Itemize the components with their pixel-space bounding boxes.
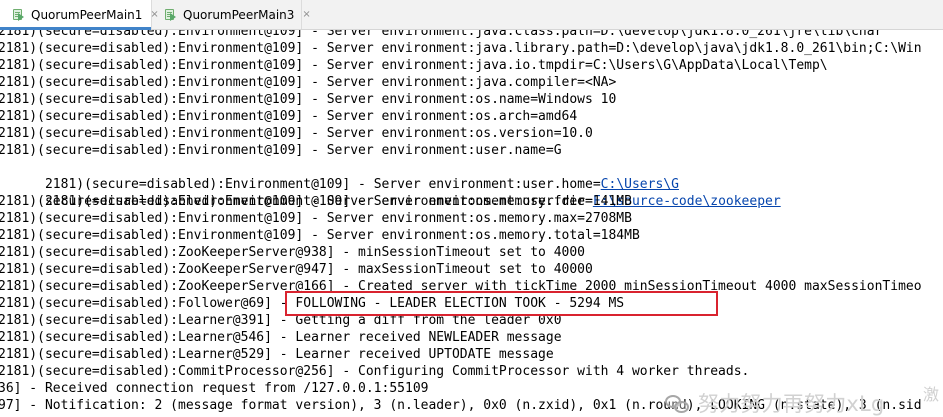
- console-line: 2181)(secure=disabled):Learner@529] - Le…: [0, 347, 554, 362]
- console-line: 2181)(secure=disabled):Environment@109] …: [0, 194, 632, 209]
- console-output[interactable]: 2181)(secure=disabled):Environment@109] …: [0, 30, 943, 417]
- console-line: 2181)(secure=disabled):Environment@109] …: [0, 75, 617, 90]
- console-line: 36] - Received connection request from /…: [0, 381, 429, 396]
- console-line: 2181)(secure=disabled):Environment@109] …: [0, 211, 632, 226]
- watermark-corner-text: 激: [922, 385, 939, 404]
- run-config-play-shape: [170, 12, 176, 21]
- console-line: 2181)(secure=disabled):Environment@109] …: [0, 41, 922, 56]
- run-tabs-bar: QuorumPeerMain1 × QuorumPeerMain3 ×: [0, 0, 943, 30]
- console-line: 97] - Notification: 2 (message format ve…: [0, 398, 922, 413]
- tab-label: QuorumPeerMain3: [183, 7, 295, 22]
- console-line: 2181)(secure=disabled):ZooKeeperServer@9…: [0, 262, 593, 277]
- console-line: 2181)(secure=disabled):Learner@391] - Ge…: [0, 313, 562, 328]
- console-line: 2181)(secure=disabled):Environment@109] …: [0, 228, 640, 243]
- console-window: QuorumPeerMain1 × QuorumPeerMain3 × 2181…: [0, 0, 943, 417]
- run-config-icon: [12, 8, 26, 22]
- console-line: 2181)(secure=disabled):ZooKeeperServer@9…: [0, 245, 585, 260]
- close-icon[interactable]: ×: [302, 9, 310, 20]
- run-config-icon: [164, 8, 178, 22]
- console-line: 2181)(secure=disabled):CommitProcessor@2…: [0, 364, 750, 379]
- console-line: 2181)(secure=disabled):Environment@109] …: [0, 58, 828, 73]
- console-line: 2181)(secure=disabled):Environment@109] …: [0, 126, 593, 141]
- console-line-follower: 2181)(secure=disabled):Follower@69] - FO…: [0, 296, 625, 311]
- console-line: 2181)(secure=disabled):Environment@109] …: [0, 143, 562, 158]
- tab-quorumpeermain3[interactable]: QuorumPeerMain3 ×: [152, 0, 311, 29]
- console-line: 2181)(secure=disabled):ZooKeeperServer@1…: [0, 279, 922, 294]
- tab-label: QuorumPeerMain1: [31, 7, 143, 22]
- console-line-user-home: 2181)(secure=disabled):Environment@109] …: [0, 159, 679, 192]
- tab-quorumpeermain1[interactable]: QuorumPeerMain1 ×: [0, 0, 159, 30]
- console-line: 2181)(secure=disabled):Environment@109] …: [0, 92, 617, 107]
- console-line: 2181)(secure=disabled):Learner@546] - Le…: [0, 330, 562, 345]
- run-config-play-shape: [18, 12, 24, 21]
- console-line: 2181)(secure=disabled):Environment@109] …: [0, 109, 578, 124]
- console-line-user-dir: 2181)(secure=disabled):Environment@109] …: [0, 176, 781, 209]
- console-line: 2181)(secure=disabled):Environment@109] …: [0, 30, 883, 39]
